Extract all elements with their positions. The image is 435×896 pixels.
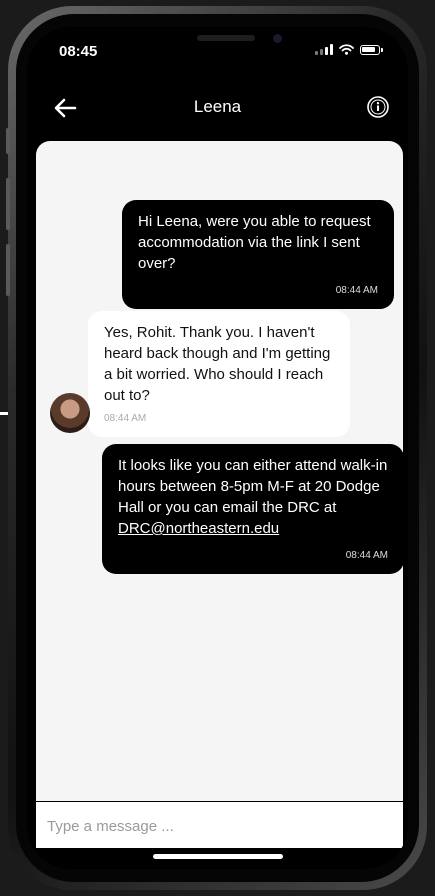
- message-text: Hi Leena, were you able to request accom…: [138, 213, 371, 272]
- status-time: 08:45: [59, 43, 98, 60]
- contact-name: Leena: [193, 97, 242, 116]
- message-text: Yes, Rohit. Thank you. I haven't heard b…: [104, 324, 331, 404]
- avatar[interactable]: [50, 393, 90, 433]
- message-bubble-incoming: Yes, Rohit. Thank you. I haven't heard b…: [88, 311, 350, 437]
- side-button-volume-down: [6, 244, 10, 296]
- home-indicator[interactable]: [153, 854, 283, 859]
- notch: [142, 27, 294, 55]
- speaker-grille: [197, 35, 255, 41]
- message-composer: [36, 802, 403, 850]
- battery-icon: [360, 44, 383, 55]
- front-camera: [273, 34, 282, 43]
- info-icon[interactable]: [366, 95, 390, 119]
- status-icons: [315, 44, 383, 55]
- email-link[interactable]: DRC@northeastern.edu: [118, 520, 279, 537]
- message-input[interactable]: [45, 802, 398, 850]
- side-button-volume-up: [6, 178, 10, 230]
- message-list[interactable]: Hi Leena, were you able to request accom…: [36, 141, 404, 801]
- message-timestamp: 08:44 AM: [345, 550, 388, 561]
- message-text: It looks like you can either attend walk…: [118, 455, 388, 539]
- message-bubble-outgoing: It looks like you can either attend walk…: [102, 444, 404, 574]
- side-button-silent: [6, 128, 10, 154]
- message-timestamp: 08:44 AM: [335, 285, 378, 296]
- phone-screen: 08:45 Leena Hi Leena, were you able to r…: [27, 27, 408, 869]
- signal-icon: [315, 44, 333, 55]
- wifi-icon: [339, 44, 354, 55]
- message-text-body: It looks like you can either attend walk…: [118, 457, 388, 516]
- message-bubble-outgoing: Hi Leena, were you able to request accom…: [122, 200, 394, 309]
- message-timestamp: 08:44 AM: [104, 413, 147, 424]
- edge-marker: [0, 412, 8, 415]
- chat-header: Leena: [27, 89, 408, 133]
